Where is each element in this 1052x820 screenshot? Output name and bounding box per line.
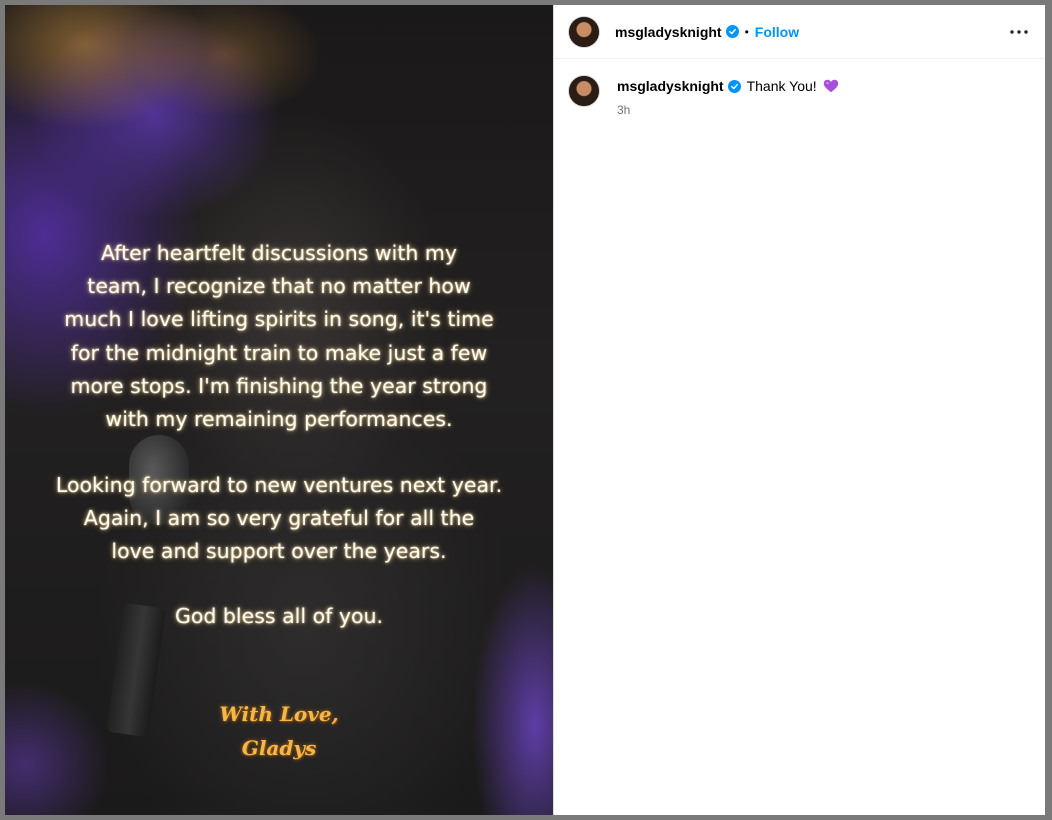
message-paragraph-1: After heartfelt discussions with my team…: [25, 237, 533, 436]
verified-badge-icon: [725, 25, 739, 38]
image-message: After heartfelt discussions with my team…: [5, 5, 553, 815]
post-image[interactable]: After heartfelt discussions with my team…: [5, 5, 553, 815]
message-line: for the midnight train to make just a fe…: [70, 340, 488, 365]
signoff-line-1: With Love,: [219, 702, 339, 726]
message-line: Again, I am so very grateful for all the: [83, 506, 475, 531]
caption: msgladysknight Thank You! 3h: [554, 61, 1045, 117]
follow-button[interactable]: Follow: [755, 24, 799, 40]
caption-avatar[interactable]: [568, 75, 600, 107]
message-line: more stops. I'm finishing the year stron…: [70, 373, 488, 398]
header-username[interactable]: msgladysknight: [615, 24, 722, 40]
signoff-line-2: Gladys: [241, 736, 317, 760]
caption-text: Thank You!: [746, 78, 817, 94]
message-paragraph-2: Looking forward to new ventures next yea…: [25, 469, 533, 569]
message-line: After heartfelt discussions with my: [100, 241, 457, 265]
message-line: much I love lifting spirits in song, it'…: [64, 307, 494, 332]
screenshot-frame: After heartfelt discussions with my team…: [0, 0, 1052, 820]
caption-body: msgladysknight Thank You! 3h: [617, 75, 839, 117]
message-line: love and support over the years.: [111, 539, 447, 564]
message-paragraph-3: God bless all of you.: [174, 604, 384, 628]
more-options-icon[interactable]: [1007, 20, 1031, 44]
post-header: msgladysknight • Follow: [554, 5, 1045, 59]
message-line: team, I recognize that no matter how: [87, 274, 471, 299]
purple-heart-icon: [823, 79, 839, 93]
verified-badge-icon: [727, 79, 741, 93]
post-sidebar: msgladysknight • Follow msgladysknight T…: [553, 5, 1045, 815]
signoff: With Love, Gladys: [5, 697, 553, 765]
separator-dot: •: [744, 24, 749, 39]
post-timestamp[interactable]: 3h: [617, 103, 839, 117]
post-dialog: After heartfelt discussions with my team…: [5, 5, 1045, 815]
message-line: Looking forward to new ventures next yea…: [55, 473, 503, 497]
caption-username[interactable]: msgladysknight: [617, 78, 724, 94]
avatar[interactable]: [568, 15, 600, 48]
message-line: with my remaining performances.: [105, 407, 453, 432]
caption-line: msgladysknight Thank You!: [617, 78, 839, 94]
